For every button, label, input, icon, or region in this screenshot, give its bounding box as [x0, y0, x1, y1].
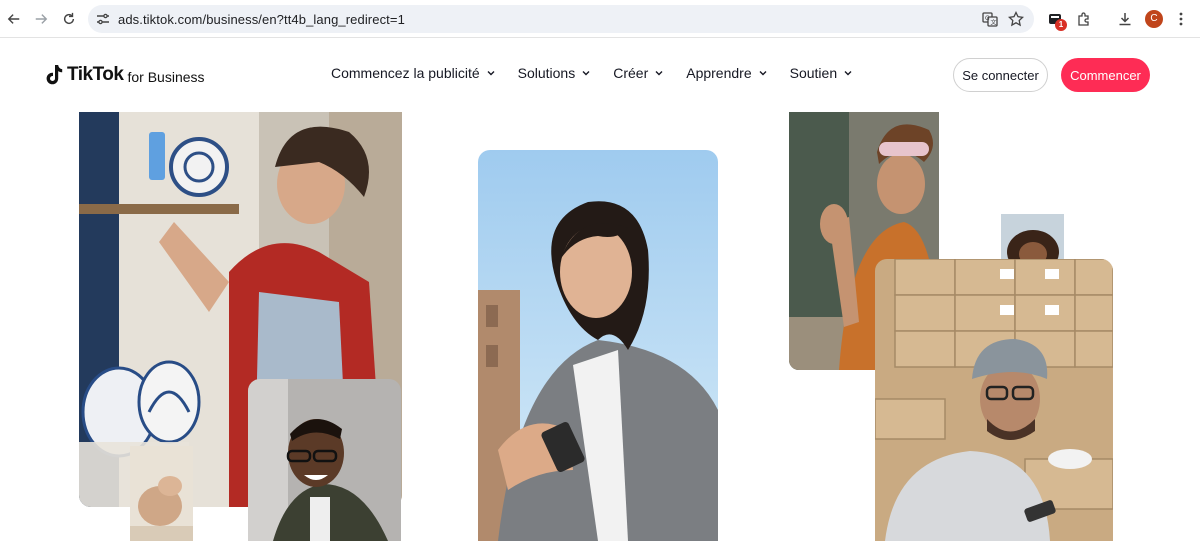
menu-item-learn[interactable]: Apprendre [686, 65, 767, 81]
star-icon[interactable] [1008, 11, 1024, 27]
more-icon[interactable] [1176, 11, 1186, 27]
hero-photo-businesswoman [478, 150, 718, 541]
chevron-down-icon [844, 71, 852, 76]
hero-photo-small-portrait [1001, 214, 1064, 264]
browser-toolbar: ads.tiktok.com/business/en?tt4b_lang_red… [0, 0, 1200, 38]
hero-photo-pottery-hands [130, 446, 193, 541]
profile-avatar[interactable]: C [1145, 10, 1163, 28]
menu-item-label: Solutions [517, 65, 576, 81]
login-button[interactable]: Se connecter [953, 58, 1048, 92]
chevron-down-icon [487, 71, 495, 76]
menu-item-label: Apprendre [686, 65, 752, 81]
menu-item-label: Soutien [789, 65, 838, 81]
site-info-icon[interactable] [96, 12, 110, 26]
tiktok-logo[interactable]: TikTok for Business [45, 62, 205, 88]
translate-icon[interactable]: G文 [982, 11, 998, 27]
menu-item-support[interactable]: Soutien [790, 65, 853, 81]
back-icon[interactable] [4, 9, 24, 29]
hero-photo-smiling-man [248, 379, 401, 541]
menu-item-solutions[interactable]: Solutions [518, 65, 592, 81]
address-bar[interactable]: ads.tiktok.com/business/en?tt4b_lang_red… [88, 5, 1034, 33]
logo-wordmark: TikTok [67, 64, 124, 85]
download-icon[interactable] [1116, 10, 1134, 28]
logo-subtitle: for Business [127, 69, 205, 85]
chevron-down-icon [582, 71, 590, 76]
url-text[interactable]: ads.tiktok.com/business/en?tt4b_lang_red… [118, 12, 405, 27]
chevron-down-icon [655, 71, 663, 76]
reload-icon[interactable] [59, 9, 79, 29]
menu-item-advertising[interactable]: Commencez la publicité [331, 65, 496, 81]
main-menu: Commencez la publicité Solutions Créer A… [331, 65, 875, 81]
forward-icon[interactable] [31, 9, 51, 29]
site-header: TikTok for Business Commencez la publici… [0, 38, 1200, 110]
menu-item-create[interactable]: Créer [613, 65, 664, 81]
svg-text:G: G [985, 15, 990, 22]
hero-photo-warehouse-man [875, 259, 1113, 541]
extension-badge: 1 [1055, 19, 1067, 31]
menu-item-label: Commencez la publicité [331, 65, 480, 81]
menu-item-label: Créer [613, 65, 649, 81]
chevron-down-icon [759, 71, 767, 76]
tiktok-note-icon [46, 65, 63, 85]
svg-text:文: 文 [991, 19, 997, 27]
get-started-button[interactable]: Commencer [1061, 58, 1150, 92]
puzzle-icon[interactable] [1075, 10, 1093, 28]
